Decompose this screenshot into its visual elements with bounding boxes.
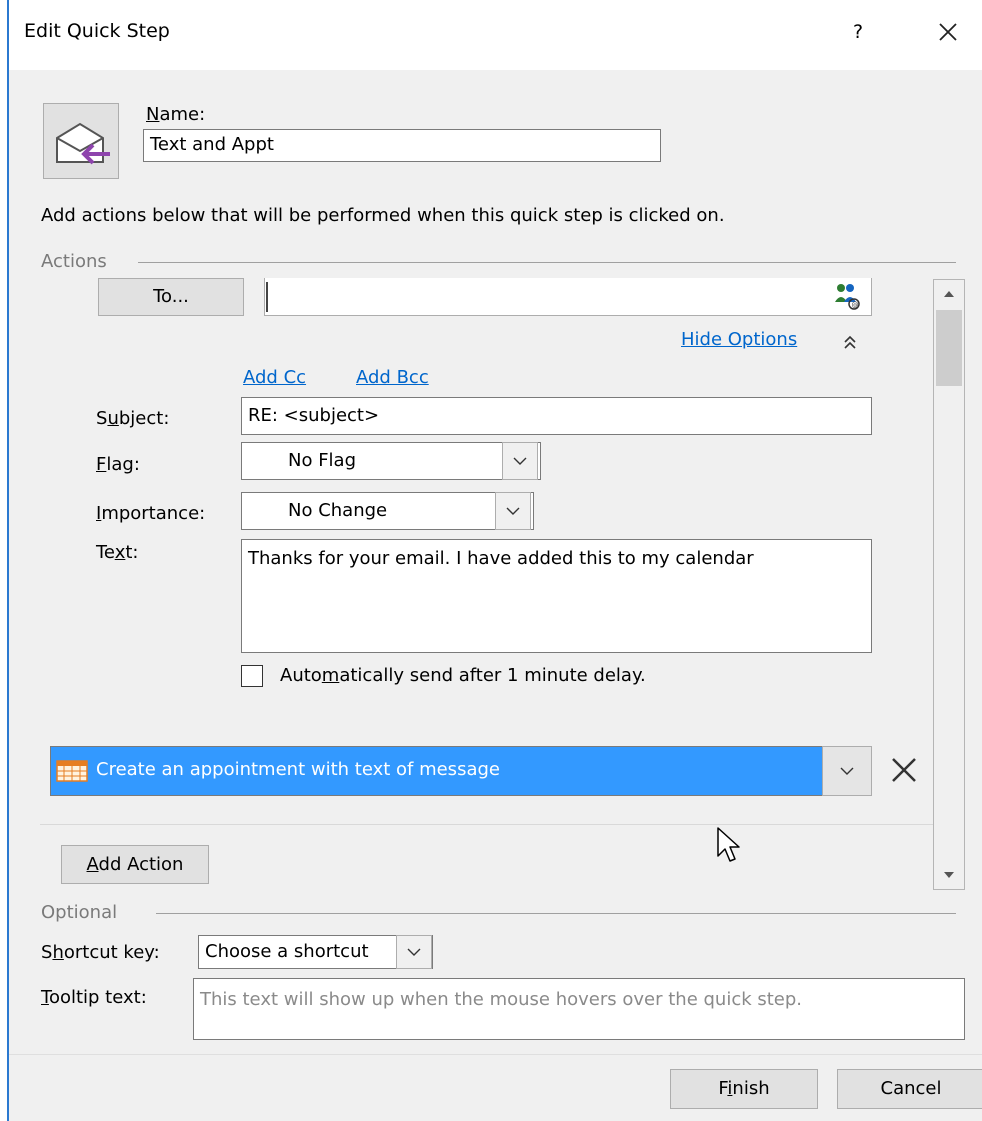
delete-action-button[interactable] bbox=[884, 750, 924, 790]
shortcut-select[interactable]: Choose a shortcut bbox=[198, 935, 433, 969]
action-separator bbox=[40, 824, 933, 825]
mouse-cursor-icon bbox=[716, 826, 742, 864]
to-button-label: To... bbox=[153, 286, 189, 307]
name-input[interactable]: Text and Appt bbox=[143, 129, 661, 162]
svg-text:@: @ bbox=[852, 301, 859, 309]
address-book-icon: @ bbox=[835, 284, 860, 310]
shortcut-select-value: Choose a shortcut bbox=[205, 941, 369, 962]
actions-scrollbar[interactable] bbox=[933, 279, 965, 890]
add-cc-link[interactable]: Add Cc bbox=[243, 367, 306, 388]
importance-dropdown-button[interactable] bbox=[495, 492, 531, 530]
flag-select[interactable]: No Flag bbox=[241, 442, 541, 480]
close-button[interactable] bbox=[928, 14, 968, 50]
importance-select-value: No Change bbox=[288, 500, 388, 521]
double-chevron-up-icon bbox=[844, 335, 856, 349]
auto-send-label: Automatically send after 1 minute delay. bbox=[280, 665, 646, 686]
instructions-text: Add actions below that will be performed… bbox=[41, 205, 725, 226]
tooltip-input[interactable]: This text will show up when the mouse ho… bbox=[193, 978, 965, 1040]
add-action-label-rest: dd Action bbox=[98, 854, 184, 875]
collapse-chevron-button[interactable] bbox=[840, 330, 860, 354]
scroll-down-button[interactable] bbox=[934, 861, 964, 889]
text-body-input[interactable]: Thanks for your email. I have added this… bbox=[241, 539, 872, 653]
text-label: Text: bbox=[96, 542, 139, 563]
tooltip-label: Tooltip text: bbox=[41, 987, 147, 1008]
triangle-down-icon bbox=[944, 872, 954, 878]
delete-x-icon bbox=[892, 758, 916, 782]
actions-divider bbox=[138, 262, 956, 263]
chevron-down-icon bbox=[840, 767, 854, 775]
calendar-icon bbox=[56, 760, 88, 782]
quick-step-icon-button[interactable] bbox=[43, 103, 119, 179]
optional-group-title: Optional bbox=[41, 902, 126, 923]
mail-reply-icon bbox=[56, 122, 110, 165]
actions-panel: To... @ Hide Options Add Cc Add Bcc Subj… bbox=[40, 278, 933, 890]
importance-label: Importance: bbox=[96, 503, 206, 524]
address-book-button[interactable]: @ bbox=[832, 280, 862, 312]
subject-label: Subject: bbox=[96, 408, 170, 429]
name-label: Name: bbox=[146, 104, 206, 125]
flag-label: Flag: bbox=[96, 454, 140, 475]
hide-options-link[interactable]: Hide Options bbox=[681, 329, 797, 350]
chevron-down-icon bbox=[513, 457, 527, 465]
actions-group-title: Actions bbox=[41, 251, 115, 272]
finish-button[interactable]: Finish bbox=[670, 1069, 818, 1109]
close-icon bbox=[939, 23, 957, 41]
flag-select-value: No Flag bbox=[288, 450, 357, 471]
add-bcc-link[interactable]: Add Bcc bbox=[356, 367, 429, 388]
chevron-down-icon bbox=[506, 507, 520, 515]
to-input[interactable] bbox=[264, 278, 872, 316]
shortcut-label: Shortcut key: bbox=[41, 942, 160, 963]
action-type-dropdown-button[interactable] bbox=[822, 746, 872, 796]
to-button[interactable]: To... bbox=[98, 278, 244, 316]
auto-send-checkbox[interactable] bbox=[241, 665, 263, 687]
cancel-button[interactable]: Cancel bbox=[837, 1069, 982, 1109]
dialog-title: Edit Quick Step bbox=[24, 20, 170, 42]
add-action-button[interactable]: Add Action bbox=[61, 845, 209, 884]
subject-input[interactable]: RE: <subject> bbox=[241, 397, 872, 435]
importance-select[interactable]: No Change bbox=[241, 492, 534, 530]
chevron-down-icon bbox=[407, 948, 421, 956]
scroll-up-button[interactable] bbox=[934, 280, 964, 308]
help-button[interactable]: ? bbox=[840, 14, 876, 50]
shortcut-dropdown-button[interactable] bbox=[396, 935, 432, 969]
scroll-thumb[interactable] bbox=[936, 310, 962, 386]
to-input-caret bbox=[266, 282, 268, 312]
action-type-value: Create an appointment with text of messa… bbox=[96, 759, 500, 780]
triangle-up-icon bbox=[944, 291, 954, 297]
flag-dropdown-button[interactable] bbox=[502, 442, 538, 480]
optional-divider bbox=[156, 913, 956, 914]
